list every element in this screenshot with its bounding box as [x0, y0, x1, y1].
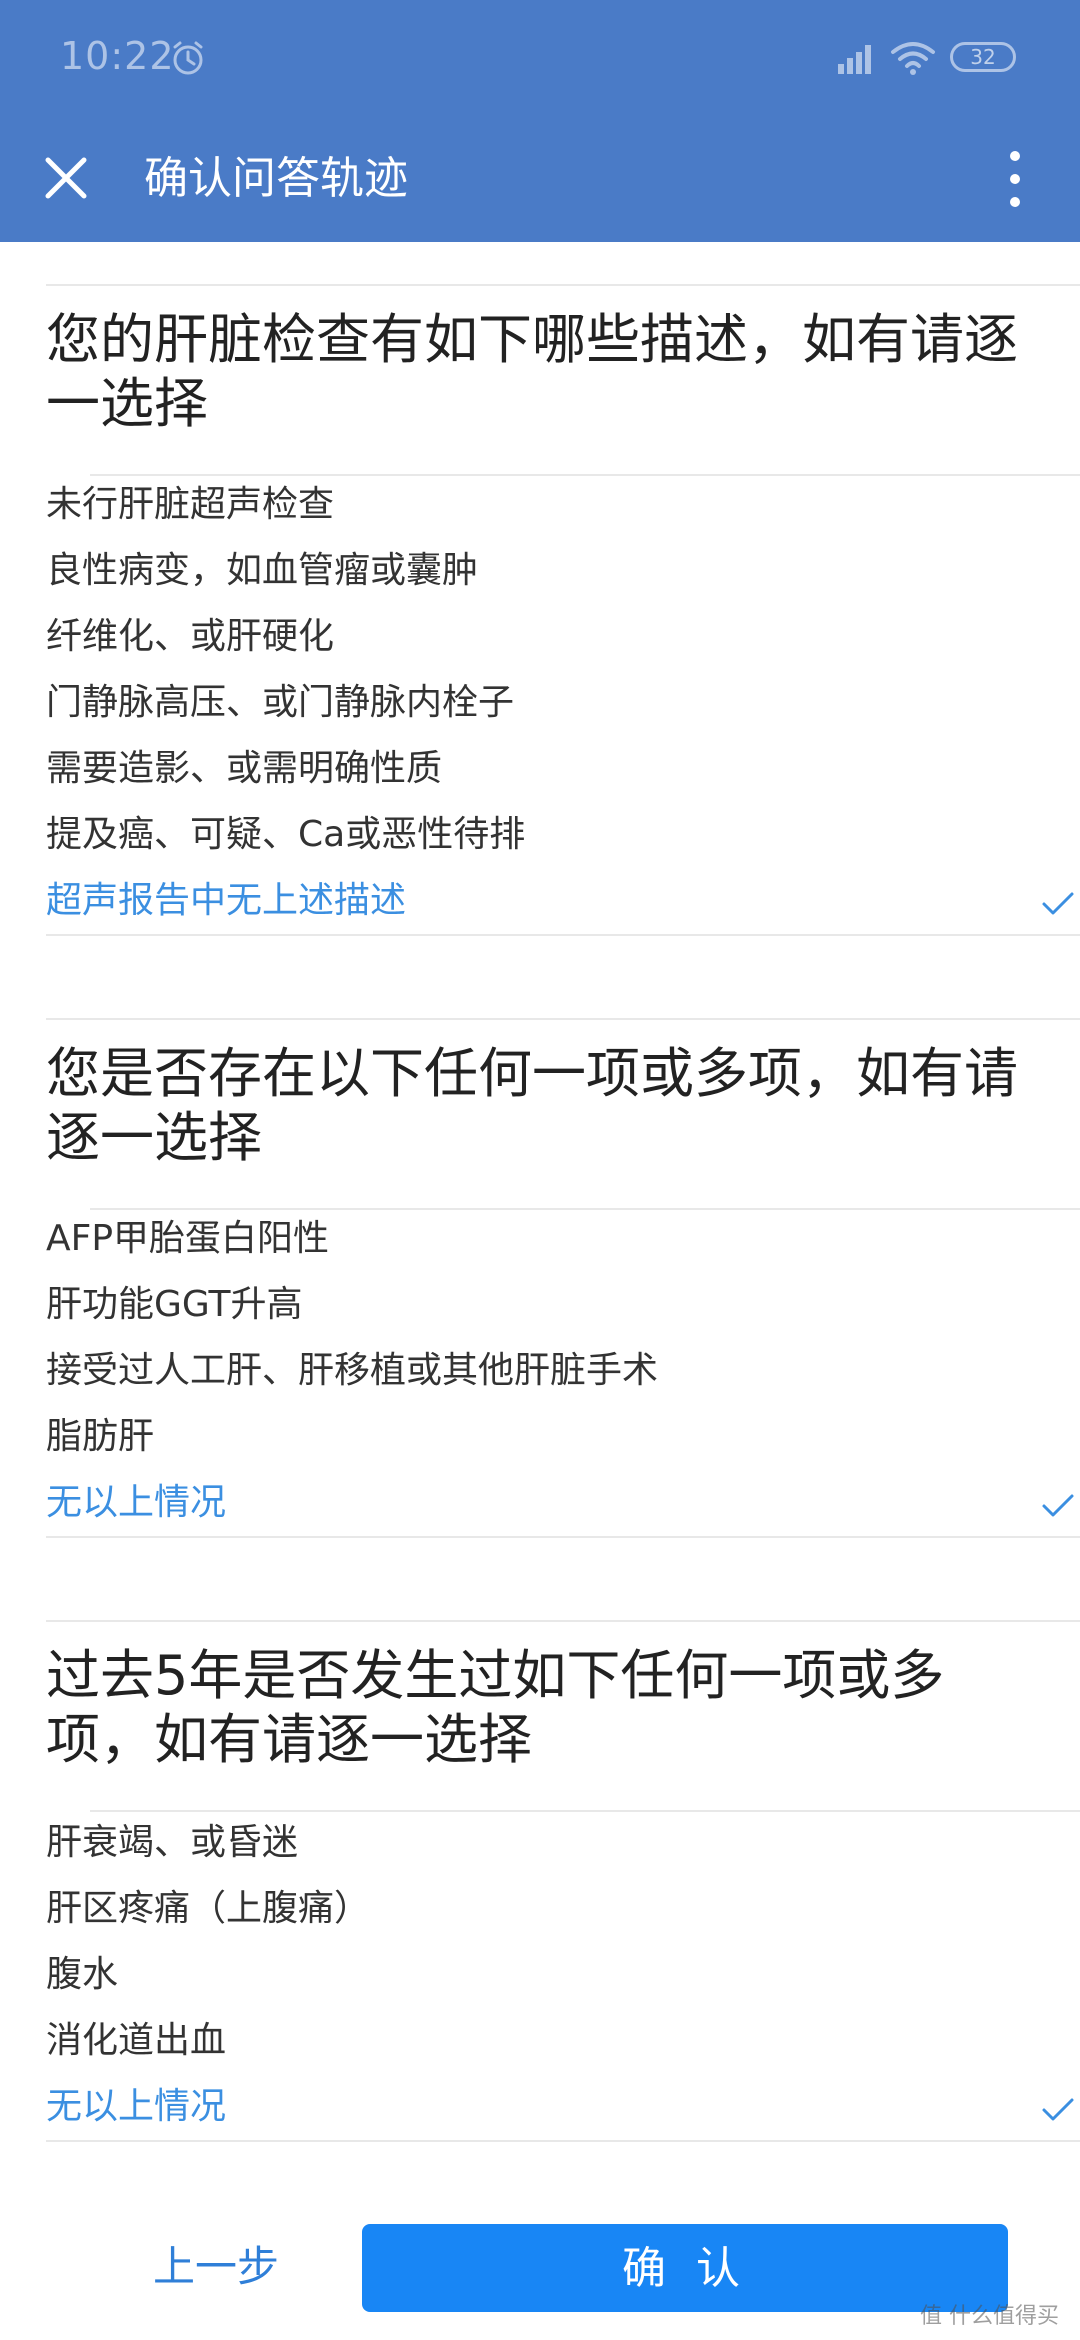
divider: [46, 1018, 1080, 1020]
wifi-icon: [891, 42, 935, 75]
option-item-selected[interactable]: 无以上情况: [46, 2074, 1026, 2140]
question-list: 您的肝脏检查有如下哪些描述，如有请逐一选择 未行肝脏超声检查 良性病变，如血管瘤…: [0, 242, 1080, 2202]
option-item[interactable]: 消化道出血: [46, 2008, 1026, 2074]
option-item[interactable]: 未行肝脏超声检查: [46, 472, 1026, 538]
battery-icon: 32: [950, 42, 1016, 72]
bottom-action-bar: 上一步 确 认: [0, 2202, 1080, 2340]
option-item[interactable]: 腹水: [46, 1942, 1026, 2008]
option-item-selected[interactable]: 超声报告中无上述描述: [46, 868, 1026, 934]
option-item[interactable]: 脂肪肝: [46, 1404, 1026, 1470]
option-item-selected[interactable]: 无以上情况: [46, 1470, 1026, 1536]
check-icon: [1042, 1494, 1074, 1517]
option-item[interactable]: 门静脉高压、或门静脉内栓子: [46, 670, 1026, 736]
more-options-icon[interactable]: [1000, 144, 1030, 214]
signal-icon: [838, 45, 871, 74]
watermark: 值 什么值得买: [920, 2304, 1059, 2329]
question-title-3: 过去5年是否发生过如下任何一项或多项，如有请逐一选择: [46, 1644, 945, 1771]
divider: [46, 1536, 1080, 1538]
option-item[interactable]: 肝功能GGT升高: [46, 1272, 1026, 1338]
question-title-2: 您是否存在以下任何一项或多项，如有请逐一选择: [46, 1042, 1018, 1169]
option-item[interactable]: 肝区疼痛（上腹痛）: [46, 1876, 1026, 1942]
option-item[interactable]: 肝衰竭、或昏迷: [46, 1810, 1026, 1876]
status-time: 10:22: [60, 34, 175, 78]
divider: [46, 284, 1080, 286]
previous-step-button[interactable]: 上一步: [86, 2224, 346, 2308]
confirm-button[interactable]: 确 认: [362, 2224, 1008, 2312]
divider: [46, 2140, 1080, 2142]
option-item[interactable]: 良性病变，如血管瘤或囊肿: [46, 538, 1026, 604]
question-title-1: 您的肝脏检查有如下哪些描述，如有请逐一选择: [46, 308, 1018, 435]
option-item[interactable]: AFP甲胎蛋白阳性: [46, 1206, 1026, 1272]
status-bar: 10:22 32: [0, 0, 1080, 118]
battery-level: 32: [970, 45, 996, 69]
toolbar: 确认问答轨迹: [0, 118, 1080, 242]
app-header: 10:22 32 确认问答轨迹: [0, 0, 1080, 242]
option-item[interactable]: 纤维化、或肝硬化: [46, 604, 1026, 670]
option-item[interactable]: 提及癌、可疑、Ca或恶性待排: [46, 802, 1026, 868]
alarm-icon: [173, 41, 203, 75]
option-item[interactable]: 需要造影、或需明确性质: [46, 736, 1026, 802]
option-item[interactable]: 接受过人工肝、肝移植或其他肝脏手术: [46, 1338, 1026, 1404]
page-title: 确认问答轨迹: [144, 153, 408, 204]
divider: [46, 1620, 1080, 1622]
close-icon[interactable]: [40, 152, 92, 204]
divider: [46, 934, 1080, 936]
check-icon: [1042, 892, 1074, 915]
check-icon: [1042, 2098, 1074, 2121]
